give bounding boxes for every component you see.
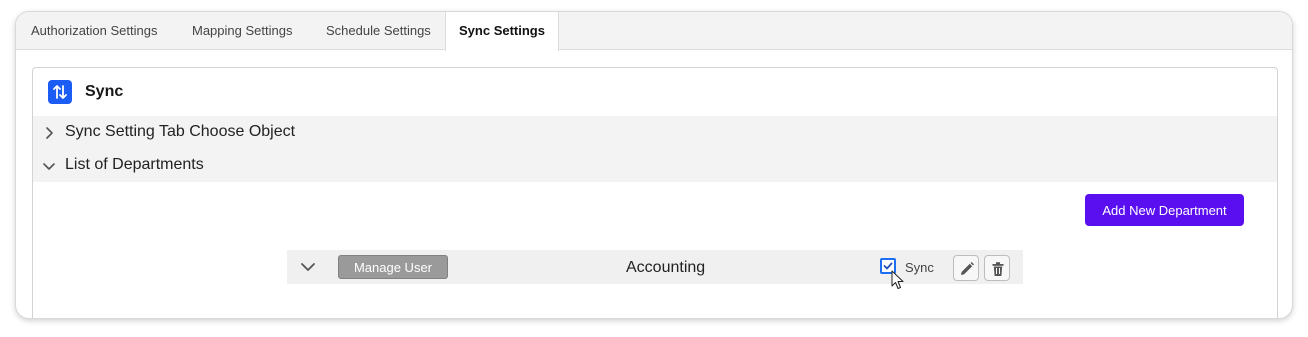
chevron-down-icon[interactable] (299, 260, 317, 274)
mouse-pointer-icon (891, 270, 904, 289)
add-new-department-button[interactable]: Add New Department (1085, 194, 1244, 226)
settings-window: Authorization Settings Mapping Settings … (15, 11, 1293, 319)
section-label: Sync Setting Tab Choose Object (65, 123, 296, 140)
tab-bar: Authorization Settings Mapping Settings … (16, 12, 1292, 51)
section-label: List of Departments (65, 156, 204, 173)
card-title: Sync (85, 83, 124, 100)
sync-label: Sync (905, 260, 934, 275)
delete-button[interactable] (984, 255, 1010, 281)
tab-schedule-settings[interactable]: Schedule Settings (326, 12, 431, 50)
tab-mapping-settings[interactable]: Mapping Settings (192, 12, 292, 50)
manage-user-button[interactable]: Manage User (338, 255, 448, 279)
edit-button[interactable] (953, 255, 979, 281)
chevron-right-icon (46, 127, 53, 139)
sync-card: Sync Sync Setting Tab Choose Object List… (32, 67, 1278, 318)
tab-sync-settings[interactable]: Sync Settings (445, 12, 559, 51)
section-choose-object[interactable]: Sync Setting Tab Choose Object (33, 116, 1277, 149)
trash-icon (992, 262, 1004, 276)
section-list-of-departments[interactable]: List of Departments (33, 149, 1277, 182)
tab-authorization-settings[interactable]: Authorization Settings (31, 12, 157, 50)
pencil-icon (961, 262, 974, 275)
department-name: Accounting (626, 259, 706, 276)
department-row: Manage User Accounting Sync (287, 250, 1023, 289)
sync-arrows-icon (48, 80, 72, 104)
chevron-down-icon (43, 163, 55, 170)
